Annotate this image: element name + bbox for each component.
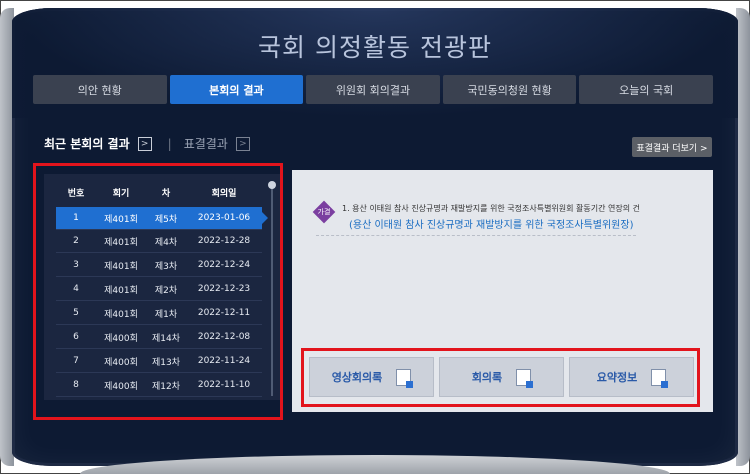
chevron-right-icon[interactable]: >: [235, 136, 250, 151]
tab-bill-status[interactable]: 의안 현황: [33, 75, 167, 104]
tab-committee-results[interactable]: 위원회 회의결과: [306, 75, 440, 104]
highlight-box-buttons: [301, 348, 700, 407]
main-tabs: 의안 현황 본회의 결과 위원회 회의결과 국민동의청원 현황 오늘의 국회: [33, 75, 713, 104]
highlight-box-table: [33, 163, 283, 420]
tab-today-assembly[interactable]: 오늘의 국회: [579, 75, 713, 104]
chevron-right-icon[interactable]: >: [137, 136, 152, 151]
divider: |: [167, 136, 172, 151]
vote-results-more-button[interactable]: 표결결과 더보기 >: [632, 137, 712, 157]
tab-plenary-results[interactable]: 본회의 결과: [169, 75, 304, 104]
agenda-divider: [316, 235, 636, 236]
sub-nav-recent-results[interactable]: 최근 본회의 결과: [44, 135, 130, 152]
tab-petition-status[interactable]: 국민동의청원 현황: [442, 75, 577, 104]
agenda-item-title[interactable]: 1. 용산 이태원 참사 진상규명과 재발방지를 위한 국정조사특별위원회 활동…: [342, 203, 640, 214]
agenda-item-proposer: (용산 이태원 참사 진상규명과 재발방지를 위한 국정조사특별위원장): [349, 220, 634, 231]
page-title: 국회 의정활동 전광판: [258, 33, 492, 62]
sub-nav-vote-results[interactable]: 표결결과: [184, 135, 228, 152]
passed-badge-label: 가결: [317, 208, 331, 216]
tv-bezel-right: [736, 8, 750, 466]
sub-nav: 최근 본회의 결과 > | 표결결과 >: [44, 135, 250, 152]
